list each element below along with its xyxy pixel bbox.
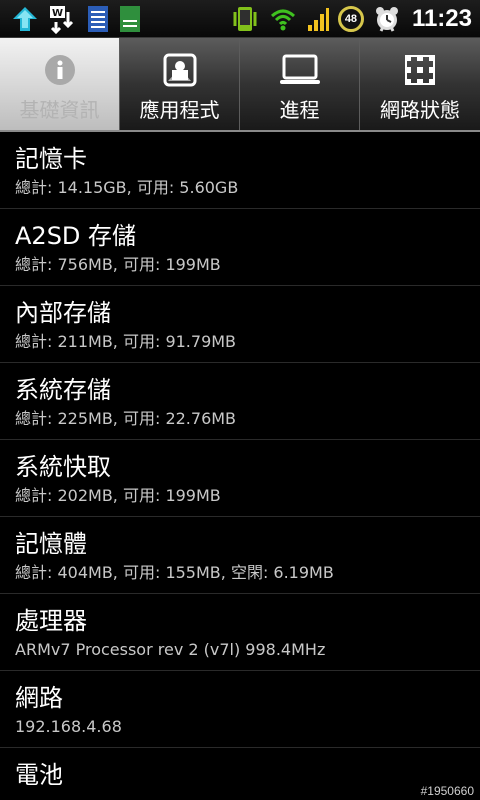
info-icon (43, 53, 77, 91)
item-subtitle: ARMv7 Processor rev 2 (v7l) 998.4MHz (15, 640, 326, 659)
list-item-internal-storage[interactable]: 內部存儲 總計: 211MB, 可用: 91.79MB (0, 286, 480, 363)
item-title: 系統存儲 (15, 376, 111, 404)
watermark: #1950660 (420, 784, 474, 798)
item-subtitle: 總計: 404MB, 可用: 155MB, 空閑: 6.19MB (15, 563, 334, 582)
list-item-network[interactable]: 網路 192.168.4.68 (0, 671, 480, 748)
green-document-icon (118, 4, 142, 34)
list-item-system-cache[interactable]: 系統快取 總計: 202MB, 可用: 199MB (0, 440, 480, 517)
apps-icon (160, 50, 200, 94)
tab-network-status[interactable]: 網路狀態 (360, 38, 480, 130)
list-item-processor[interactable]: 處理器 ARMv7 Processor rev 2 (v7l) 998.4MHz (0, 594, 480, 671)
item-subtitle: 總計: 211MB, 可用: 91.79MB (15, 332, 237, 351)
system-status-icons: 48 11:23 (230, 0, 472, 38)
status-bar: W 48 11:23 (0, 0, 480, 38)
item-subtitle: 總計: 225MB, 可用: 22.76MB (15, 409, 237, 428)
wifi-icon (268, 4, 298, 34)
w-download-icon: W (48, 4, 78, 34)
item-title: 網路 (15, 684, 63, 712)
list-item-battery[interactable]: 電池 (0, 748, 480, 800)
item-title: 記憶卡 (15, 145, 87, 173)
network-icon (400, 50, 440, 94)
svg-text:W: W (52, 8, 63, 19)
tab-label: 網路狀態 (380, 98, 460, 122)
item-title: 電池 (15, 761, 63, 789)
item-title: 內部存儲 (15, 299, 111, 327)
blue-document-icon (86, 4, 110, 34)
item-subtitle: 總計: 14.15GB, 可用: 5.60GB (15, 178, 239, 197)
device-info-list: 記憶卡 總計: 14.15GB, 可用: 5.60GB A2SD 存儲 總計: … (0, 132, 480, 800)
alarm-clock-icon (372, 4, 402, 34)
tab-apps[interactable]: 應用程式 (120, 38, 240, 130)
list-item-a2sd-storage[interactable]: A2SD 存儲 總計: 756MB, 可用: 199MB (0, 209, 480, 286)
notification-icons: W (10, 0, 142, 38)
list-item-system-storage[interactable]: 系統存儲 總計: 225MB, 可用: 22.76MB (0, 363, 480, 440)
tab-basic-info[interactable]: 基礎資訊 (0, 38, 120, 130)
upload-arrow-icon (10, 4, 40, 34)
battery-icon: 48 (337, 6, 364, 32)
phone-vibrate-icon (230, 4, 260, 34)
item-title: A2SD 存儲 (15, 222, 137, 250)
item-subtitle: 總計: 202MB, 可用: 199MB (15, 486, 221, 505)
status-time: 11:23 (411, 5, 472, 32)
tab-label: 基礎資訊 (19, 98, 100, 122)
item-title: 系統快取 (15, 453, 111, 481)
item-subtitle: 總計: 756MB, 可用: 199MB (15, 255, 221, 274)
tab-label: 進程 (279, 98, 320, 122)
list-item-memory-card[interactable]: 記憶卡 總計: 14.15GB, 可用: 5.60GB (0, 132, 480, 209)
tab-processes[interactable]: 進程 (240, 38, 360, 130)
item-subtitle: 192.168.4.68 (15, 717, 122, 736)
item-title: 記憶體 (15, 530, 87, 558)
list-item-memory[interactable]: 記憶體 總計: 404MB, 可用: 155MB, 空閑: 6.19MB (0, 517, 480, 594)
item-title: 處理器 (15, 607, 87, 635)
process-icon (278, 52, 322, 92)
tab-bar: 基礎資訊 應用程式 進程 網路狀態 (0, 38, 480, 132)
signal-icon (306, 4, 330, 34)
tab-label: 應用程式 (139, 98, 220, 122)
